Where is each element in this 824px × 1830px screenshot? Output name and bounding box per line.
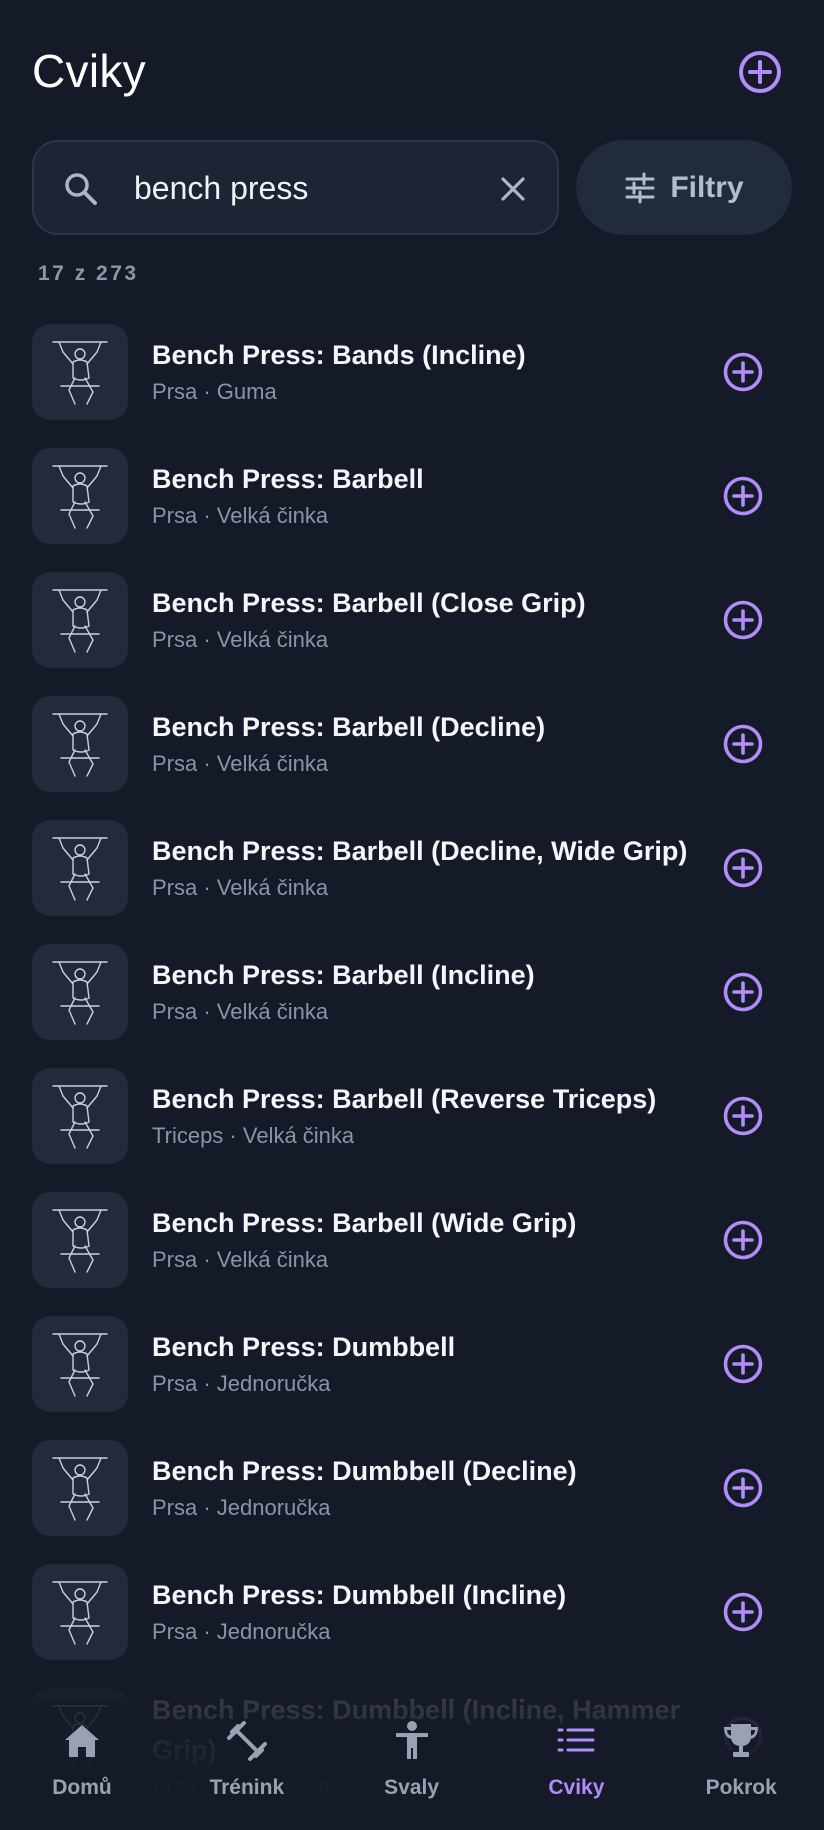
add-icon[interactable] [721,1094,765,1138]
exercise-subtitle: Prsa · Velká činka [152,751,329,776]
exercise-subtitle: Prsa · Velká činka [152,503,329,528]
nav-item-trenink[interactable]: Trénink [165,1718,329,1828]
exercise-figure-icon [52,837,108,901]
result-count: 17 z 273 [38,262,139,285]
search-box[interactable] [32,140,559,235]
add-icon[interactable] [721,1466,765,1510]
exercise-figure-icon [52,465,108,529]
nav-item-cviky[interactable]: Cviky [494,1718,658,1828]
nav-label: Domů [52,1776,112,1799]
exercise-thumbnail [32,448,128,544]
add-icon[interactable] [721,846,765,890]
exercise-name: Bench Press: Barbell (Wide Grip) [152,1208,577,1238]
page-title: Cviky [32,45,146,97]
exercise-figure-icon [52,1581,108,1645]
list-item[interactable]: Bench Press: Barbell (Reverse Triceps) T… [0,1054,824,1178]
exercise-thumbnail [32,572,128,668]
nav-item-pokrok[interactable]: Pokrok [659,1718,823,1828]
close-icon[interactable] [496,172,530,206]
exercise-subtitle: Prsa · Jednoručka [152,1619,331,1644]
nav-label: Trénink [209,1776,285,1799]
exercise-subtitle: Triceps · Velká činka [152,1123,355,1148]
exercise-name: Bench Press: Barbell (Close Grip) [152,588,586,618]
exercise-figure-icon [52,961,108,1025]
nav-item-domu[interactable]: Domů [0,1718,164,1828]
exercise-name: Bench Press: Barbell (Decline, Wide Grip… [152,836,688,866]
exercise-subtitle: Prsa · Jednoručka [152,1495,331,1520]
search-icon [65,173,97,205]
filter-button[interactable]: Filtry [576,140,792,235]
add-icon[interactable] [721,598,765,642]
exercise-figure-icon [52,713,108,777]
exercise-subtitle: Prsa · Velká činka [152,999,329,1024]
exercise-figure-icon [52,341,108,405]
exercise-thumbnail [32,1068,128,1164]
add-icon[interactable] [721,350,765,394]
add-icon[interactable] [721,474,765,518]
exercise-thumbnail [32,324,128,420]
exercise-figure-icon [52,1333,108,1397]
exercise-figure-icon [52,1457,108,1521]
exercise-thumbnail [32,1564,128,1660]
exercise-subtitle: Prsa · Velká činka [152,1247,329,1272]
filter-label: Filtry [670,170,744,204]
exercise-subtitle: Prsa · Velká činka [152,875,329,900]
exercise-name: Bench Press: Dumbbell (Incline) [152,1580,567,1610]
add-exercise-icon[interactable] [736,48,784,96]
exercise-name: Bench Press: Barbell (Decline) [152,712,546,742]
add-icon[interactable] [721,970,765,1014]
trophy-icon [724,1724,759,1757]
exercise-figure-icon [52,589,108,653]
exercise-subtitle: Prsa · Velká činka [152,627,329,652]
person-icon [395,1721,428,1759]
list-item[interactable]: Bench Press: Bands (Incline) Prsa · Guma [0,310,824,434]
exercise-subtitle: Prsa · Guma [152,379,277,404]
exercise-name: Bench Press: Barbell [152,464,424,494]
exercise-thumbnail [32,944,128,1040]
exercise-thumbnail [32,820,128,916]
exercise-figure-icon [52,1085,108,1149]
exercises-screen: Cviky Filtry 1 [0,0,824,1830]
list-item[interactable]: Bench Press: Barbell (Close Grip) Prsa ·… [0,558,824,682]
add-icon[interactable] [721,722,765,766]
add-icon[interactable] [721,1218,765,1262]
exercise-figure-icon [52,1209,108,1273]
list-item[interactable]: Bench Press: Barbell (Wide Grip) Prsa · … [0,1178,824,1302]
list-item[interactable]: Bench Press: Dumbbell (Decline) Prsa · J… [0,1426,824,1550]
add-icon[interactable] [721,1590,765,1634]
dumbbell-icon [226,1721,267,1761]
nav-item-svaly[interactable]: Svaly [330,1718,494,1828]
list-icon [557,1728,595,1752]
list-item[interactable]: Bench Press: Barbell (Incline) Prsa · Ve… [0,930,824,1054]
exercise-thumbnail [32,1192,128,1288]
search-input[interactable] [134,164,434,212]
exercise-name: Bench Press: Barbell (Incline) [152,960,535,990]
bottom-nav: Domů Trénink Svaly Cviky Pokrok [0,1700,824,1830]
list-item[interactable]: Bench Press: Barbell Prsa · Velká činka [0,434,824,558]
exercise-thumbnail [32,1440,128,1536]
sliders-icon [625,172,655,203]
list-item[interactable]: Bench Press: Dumbbell Prsa · Jednoručka [0,1302,824,1426]
exercise-name: Bench Press: Bands (Incline) [152,340,526,370]
exercise-subtitle: Prsa · Jednoručka [152,1371,331,1396]
exercise-list: Bench Press: Bands (Incline) Prsa · Guma… [0,310,824,1799]
list-item[interactable]: Bench Press: Barbell (Decline, Wide Grip… [0,806,824,930]
exercise-thumbnail [32,696,128,792]
exercise-name: Bench Press: Barbell (Reverse Triceps) [152,1084,657,1114]
header: Cviky [0,0,824,130]
exercise-name: Bench Press: Dumbbell [152,1332,456,1362]
nav-label: Svaly [384,1776,440,1799]
list-item[interactable]: Bench Press: Barbell (Decline) Prsa · Ve… [0,682,824,806]
add-icon[interactable] [721,1342,765,1386]
nav-label: Cviky [548,1776,605,1799]
nav-label: Pokrok [705,1776,777,1799]
home-icon [65,1725,99,1757]
exercise-thumbnail [32,1316,128,1412]
exercise-name: Bench Press: Dumbbell (Decline) [152,1456,577,1486]
list-item[interactable]: Bench Press: Dumbbell (Incline) Prsa · J… [0,1550,824,1674]
